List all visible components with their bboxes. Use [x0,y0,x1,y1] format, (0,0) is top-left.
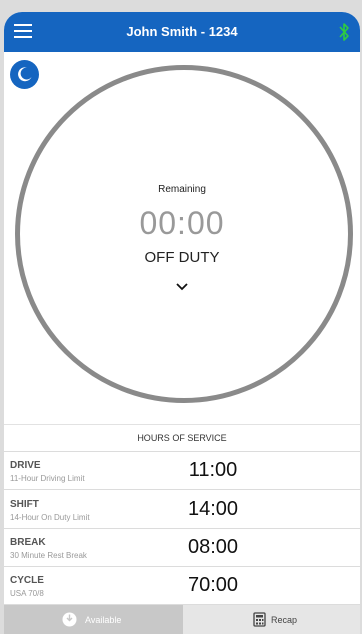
chevron-down-icon[interactable] [175,282,189,292]
hos-name: BREAK [10,537,46,548]
hos-description: 11-Hour Driving Limit [10,474,85,483]
hos-name: CYCLE [10,575,44,586]
hours-of-service-header: HOURS OF SERVICE [4,424,360,452]
tab-label: Available [85,615,122,625]
hos-description: 14-Hour On Duty Limit [10,513,90,522]
hos-row-shift: SHIFT 14-Hour On Duty Limit 14:00 [4,491,360,529]
remaining-label: Remaining [158,184,206,195]
top-app-bar: John Smith - 1234 [4,12,360,52]
hos-row-break: BREAK 30 Minute Rest Break 08:00 [4,529,360,567]
driver-title: John Smith - 1234 [126,24,238,39]
night-mode-button[interactable] [10,60,39,89]
bluetooth-icon[interactable] [338,22,350,42]
hos-name: SHIFT [10,499,39,510]
tab-recap[interactable]: Recap [183,605,360,634]
hos-time: 14:00 [187,498,239,520]
bottom-tab-bar: Available Recap [4,605,360,634]
tab-label: Recap [271,615,298,625]
hos-description: USA 70/8 [10,589,44,598]
hos-time: 70:00 [187,574,239,596]
available-status-icon [62,612,77,627]
tab-available[interactable]: Available [4,605,183,634]
hos-time: 08:00 [187,536,239,558]
moon-icon [18,67,32,82]
duty-status[interactable]: OFF DUTY [4,249,360,266]
calculator-icon [253,612,266,627]
hos-row-drive: DRIVE 11-Hour Driving Limit 11:00 [4,452,360,490]
remaining-time: 00:00 [139,205,225,241]
hos-name: DRIVE [10,460,41,471]
app-screen: John Smith - 1234 Remaining 00:00 OFF DU… [4,12,360,634]
hos-description: 30 Minute Rest Break [10,551,87,560]
hos-time: 11:00 [188,459,238,481]
hos-row-cycle: CYCLE USA 70/8 70:00 [4,567,360,605]
